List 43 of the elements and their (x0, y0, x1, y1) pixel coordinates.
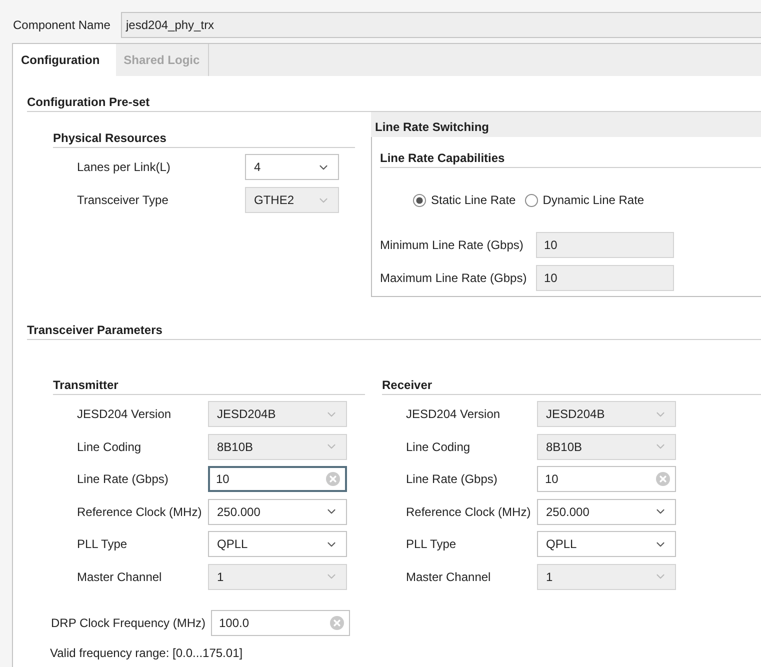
group-title: Physical Resources (53, 131, 166, 145)
panel-header: Line Rate Switching (371, 112, 761, 137)
field-label: Reference Clock (MHz) (77, 504, 202, 519)
group-title: Line Rate Capabilities (380, 151, 505, 165)
field-label: Minimum Line Rate (Gbps) (380, 238, 524, 252)
field-label: Master Channel (77, 570, 162, 584)
dropdown[interactable]: 4 (245, 154, 339, 180)
field-label: Master Channel (406, 570, 491, 584)
field-label: Lanes per Link(L) (77, 160, 170, 174)
field-label: Component Name (13, 18, 110, 32)
clear-icon[interactable] (326, 472, 340, 486)
clear-icon[interactable] (656, 472, 670, 486)
tab[interactable]: Configuration (13, 44, 116, 76)
dropdown[interactable]: 250.000 (208, 498, 347, 525)
section-title: Transceiver Parameters (27, 323, 162, 337)
text-field[interactable]: 10 (208, 466, 347, 492)
radio-icon[interactable] (413, 194, 426, 206)
text-field[interactable]: 10 (537, 466, 676, 492)
radio-option[interactable]: Static Line Rate (413, 193, 516, 207)
field-label: DRP Clock Frequency (MHz) (51, 616, 206, 630)
field-label: Transceiver Type (77, 193, 168, 207)
field-label: JESD204 Version (77, 407, 172, 421)
dropdown[interactable]: QPLL (208, 531, 347, 558)
clear-icon[interactable] (330, 616, 344, 630)
field-label: Line Coding (77, 440, 142, 454)
field-label: JESD204 Version (406, 407, 500, 421)
section-title: Configuration Pre-set (27, 95, 150, 109)
field-label: PLL Type (77, 537, 128, 552)
group-title: Receiver (382, 378, 432, 392)
radio-icon[interactable] (524, 194, 538, 206)
field-label: Line Rate (Gbps) (77, 472, 168, 486)
dropdown[interactable]: 250.000 (537, 498, 676, 525)
text-field[interactable]: jesd204_phy_trx (121, 12, 761, 38)
radio-option[interactable]: Dynamic Line Rate (524, 193, 644, 207)
dropdown[interactable]: QPLL (537, 531, 676, 558)
field-label: PLL Type (406, 537, 456, 552)
field-label: Line Coding (406, 440, 470, 454)
field-label: Line Rate (Gbps) (406, 472, 498, 486)
text-field[interactable]: 100.0 (211, 610, 350, 636)
hint-text: Valid frequency range: [0.0...175.01] (50, 646, 243, 660)
field-label: Reference Clock (MHz) (406, 504, 531, 519)
group-title: Transmitter (53, 378, 118, 392)
field-label: Maximum Line Rate (Gbps) (380, 271, 527, 285)
